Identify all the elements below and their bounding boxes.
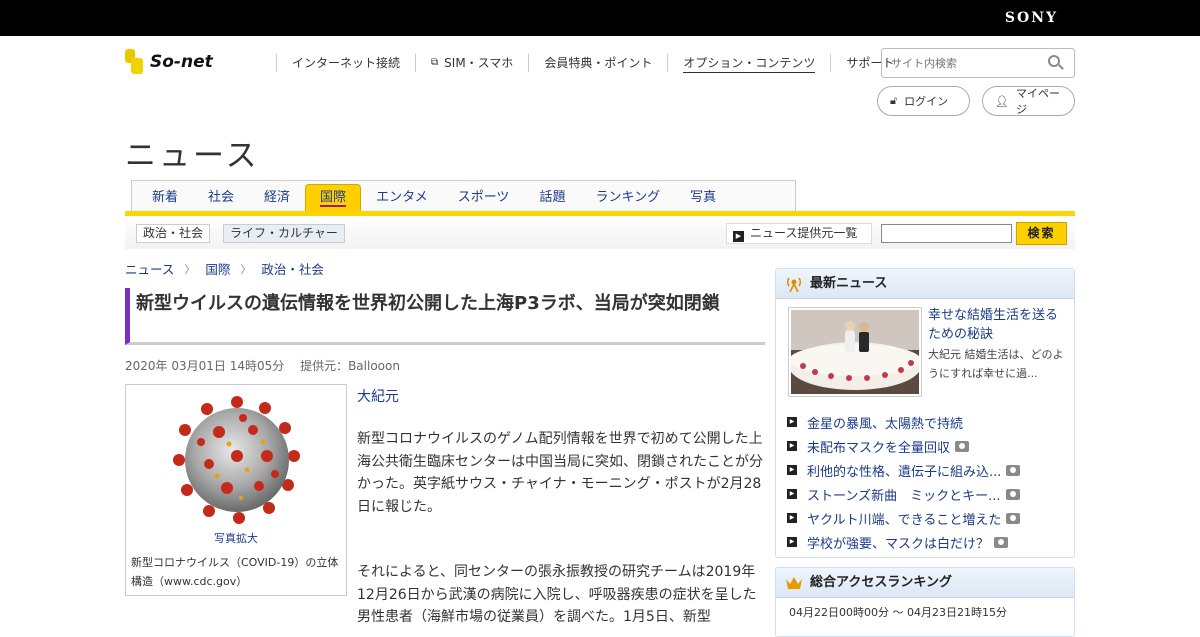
article-meta: 2020年 03月01日 14時05分 提供元：Ballooon	[125, 357, 400, 374]
page-title: ニュース	[125, 138, 260, 174]
list-item[interactable]: ▶ 学校が強要、マスクは白だけ？	[787, 530, 1072, 554]
news-search-button[interactable]: 検索	[1016, 222, 1067, 245]
person-icon: 👤︎	[995, 94, 1009, 108]
article-author[interactable]: 大紀元	[357, 386, 399, 406]
list-item[interactable]: ▶ ストーンズ新曲 ミックとキー...	[787, 482, 1072, 506]
ranking-heading: 総合アクセスランキング	[776, 568, 1074, 598]
article-paragraph: 新型コロナウイルスのゲノム配列情報を世界で初めて公開した上海公共衛生臨床センター…	[357, 431, 763, 515]
top-bar: SONY	[0, 0, 1200, 36]
chevron-right-icon: 〉	[184, 262, 196, 276]
article-title: 新型ウイルスの遺伝情報を世界初公開した上海P3ラボ、当局が突如閉鎖	[125, 288, 765, 345]
sonet-logo-icon	[125, 49, 147, 75]
featured-news-desc: 大紀元 結婚生活は、どのようにすれば幸せに過...	[928, 348, 1064, 380]
article-provider: 提供元：Ballooon	[300, 359, 400, 373]
photo-enlarge-link[interactable]: 写真拡大	[126, 530, 346, 546]
subcat-politics[interactable]: 政治・社会	[136, 224, 211, 243]
sonet-logo[interactable]: So-net	[125, 49, 213, 75]
login-button[interactable]: 🔓︎ ログイン	[877, 86, 970, 116]
nav-internet[interactable]: インターネット接続	[276, 54, 415, 72]
category-tabs: 新着 社会 経済 国際 エンタメ スポーツ 話題 ランキング 写真	[131, 180, 796, 212]
camera-icon	[1006, 512, 1021, 524]
nav-options[interactable]: オプション・コンテンツ	[667, 54, 830, 73]
tab-international[interactable]: 国際	[305, 184, 362, 212]
arrow-right-icon: ▶	[787, 489, 797, 499]
photo-caption: 新型コロナウイルス（COVID-19）の立体構造（www.cdc.gov）	[131, 556, 339, 588]
logo-text: So-net	[150, 52, 213, 72]
provider-list-link[interactable]: ▶ ニュース提供元一覧	[726, 223, 872, 244]
virus-photo[interactable]	[167, 390, 307, 530]
arrow-right-icon: ▶	[733, 231, 744, 242]
chevron-right-icon: 〉	[240, 262, 252, 276]
global-nav: インターネット接続 ⧉ SIM・スマホ 会員特典・ポイント オプション・コンテンツ…	[276, 54, 909, 73]
list-item[interactable]: ▶ 未配布マスクを全量回収	[787, 434, 1072, 458]
news-search-input[interactable]	[881, 224, 1012, 243]
arrow-right-icon: ▶	[787, 465, 797, 475]
nav-sim[interactable]: ⧉ SIM・スマホ	[415, 54, 528, 72]
arrow-right-icon: ▶	[787, 417, 797, 427]
camera-icon	[1005, 488, 1020, 500]
tab-society[interactable]: 社会	[193, 181, 249, 212]
tab-new[interactable]: 新着	[137, 181, 193, 212]
tab-sports[interactable]: スポーツ	[443, 181, 525, 212]
camera-icon	[955, 440, 970, 452]
breadcrumb: ニュース 〉 国際 〉 政治・社会	[125, 259, 324, 278]
breadcrumb-news[interactable]: ニュース	[125, 259, 174, 278]
featured-news-title[interactable]: 幸せな結婚生活を送るための秘訣	[928, 306, 1068, 344]
wedding-cake-photo	[789, 310, 921, 394]
tab-topics[interactable]: 話題	[524, 181, 580, 212]
antenna-icon	[786, 277, 802, 292]
nav-member[interactable]: 会員特典・ポイント	[528, 54, 667, 72]
camera-icon	[994, 536, 1009, 548]
tab-photos[interactable]: 写真	[675, 181, 731, 212]
camera-icon	[1006, 464, 1021, 476]
latest-news-list: ▶ 金星の暴風、太陽熱で持続 ▶ 未配布マスクを全量回収 ▶ 利他的な性格、遺伝子に組…	[787, 410, 1072, 554]
ranking-period: 04月22日00時00分 ～ 04月23日21時15分	[789, 606, 1007, 619]
latest-news-box: 最新ニュース 幸せな結婚生活を送るための秘訣 大紀元 結婚生活は、どのようにすれ…	[775, 268, 1075, 558]
tab-ranking[interactable]: ランキング	[580, 181, 675, 212]
sim-icon: ⧉	[431, 57, 439, 68]
lock-icon: 🔓︎	[890, 94, 898, 107]
article-paragraph: それによると、同センターの張永振教授の研究チームは2019年12月26日から武漢…	[357, 564, 757, 625]
site-header: So-net インターネット接続 ⧉ SIM・スマホ 会員特典・ポイント オプショ…	[0, 36, 1200, 126]
sony-logo[interactable]: SONY	[1005, 10, 1058, 26]
tab-economy[interactable]: 経済	[249, 181, 305, 212]
arrow-right-icon: ▶	[787, 513, 797, 523]
tab-entertainment[interactable]: エンタメ	[361, 181, 443, 212]
list-item[interactable]: ▶ 利他的な性格、遺伝子に組み込...	[787, 458, 1072, 482]
list-item[interactable]: ▶ 金星の暴風、太陽熱で持続	[787, 410, 1072, 434]
mypage-button[interactable]: 👤︎ マイページ	[982, 86, 1075, 116]
subcat-life[interactable]: ライフ・カルチャー	[223, 224, 345, 243]
arrow-right-icon: ▶	[787, 537, 797, 547]
site-search	[881, 48, 1075, 78]
search-icon[interactable]	[1048, 55, 1064, 71]
list-item[interactable]: ▶ ヤクルト川端、できること増えた	[787, 506, 1072, 530]
article-date: 2020年 03月01日 14時05分	[125, 359, 285, 373]
ranking-box: 総合アクセスランキング 04月22日00時00分 ～ 04月23日21時15分	[775, 567, 1075, 637]
featured-news-image[interactable]	[788, 307, 922, 397]
arrow-right-icon: ▶	[787, 441, 797, 451]
latest-news-heading: 最新ニュース	[776, 269, 1074, 299]
site-search-input[interactable]	[882, 49, 1042, 77]
sub-category-bar: 政治・社会 ライフ・カルチャー ▶ ニュース提供元一覧 検索	[125, 216, 1075, 249]
crown-icon	[786, 577, 802, 589]
breadcrumb-politics[interactable]: 政治・社会	[261, 259, 324, 278]
breadcrumb-international[interactable]: 国際	[205, 259, 230, 278]
article-photo-box: 写真拡大 新型コロナウイルス（COVID-19）の立体構造（www.cdc.go…	[125, 384, 347, 596]
